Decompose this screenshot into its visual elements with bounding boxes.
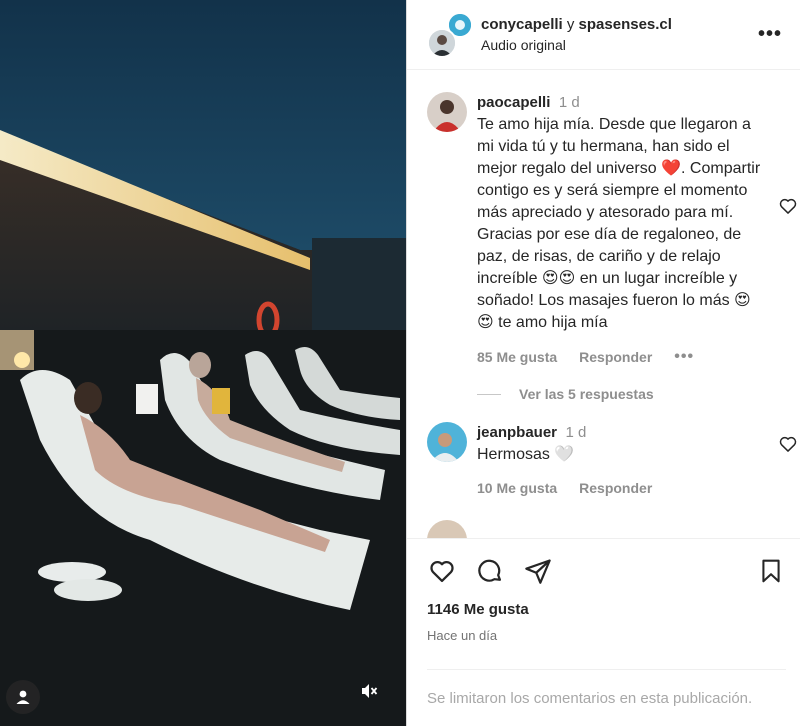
comment-body: jeanpbauer 1 d Hermosas 🤍 10 Me gusta Re… [477, 422, 786, 496]
save-button[interactable] [756, 556, 786, 586]
comment-text: Te amo hija mía. Desde que llegaron a mi… [477, 116, 761, 331]
view-replies-label: Ver las 5 respuestas [519, 386, 654, 402]
profile-photo-icon [429, 29, 455, 56]
share-button[interactable] [523, 556, 553, 586]
comments-limited-notice: Se limitaron los comentarios en esta pub… [427, 669, 786, 707]
speaker-muted-icon [362, 684, 378, 698]
comments-list[interactable]: paocapelli 1 d Te amo hija mía. Desde qu… [407, 70, 800, 538]
like-comment-heart-icon[interactable] [778, 196, 798, 216]
comment-meta: 85 Me gusta Responder ••• [477, 348, 764, 366]
heart-icon [430, 561, 454, 583]
paper-plane-icon [525, 559, 551, 584]
post-authors: conycapelli y spasenses.cl [481, 16, 754, 33]
comment-time[interactable]: 1 d [565, 424, 586, 441]
profile-photo-icon [427, 92, 467, 132]
spa-photo [0, 0, 406, 726]
bookmark-icon [762, 559, 780, 583]
post-date[interactable]: Hace un día [427, 628, 786, 643]
profile-photo-icon [427, 422, 467, 462]
mute-button[interactable] [352, 674, 386, 708]
action-icons [427, 551, 786, 591]
comment-text: Hermosas 🤍 [477, 446, 575, 463]
commenter-avatar[interactable] [427, 422, 467, 462]
comment-options-button[interactable]: ••• [674, 348, 694, 366]
collab-avatars[interactable] [427, 11, 473, 58]
author-connector: y [566, 16, 575, 33]
comment-likes[interactable]: 85 Me gusta [477, 349, 557, 365]
comment-time[interactable]: 1 d [559, 94, 580, 111]
comment-meta: 10 Me gusta Responder [477, 480, 764, 496]
view-replies-button[interactable]: Ver las 5 respuestas [477, 386, 800, 402]
next-comment-avatar[interactable] [427, 520, 467, 538]
author-link-primary[interactable]: conycapelli [481, 16, 563, 33]
avatar-conycapelli[interactable] [427, 27, 457, 58]
header-text: conycapelli y spasenses.cl Audio origina… [481, 16, 754, 53]
comment-item: paocapelli 1 d Te amo hija mía. Desde qu… [407, 70, 800, 366]
comment-item: jeanpbauer 1 d Hermosas 🤍 10 Me gusta Re… [407, 402, 800, 496]
comment-username[interactable]: paocapelli [477, 94, 550, 111]
comment-bubble-icon [478, 559, 502, 582]
reply-button[interactable]: Responder [579, 480, 652, 496]
comment-likes[interactable]: 10 Me gusta [477, 480, 557, 496]
post-panel: conycapelli y spasenses.cl Audio origina… [406, 0, 800, 726]
tagged-users-button[interactable] [6, 680, 40, 714]
more-options-button[interactable]: ••• [754, 23, 786, 46]
user-icon [16, 690, 30, 704]
like-comment-heart-icon[interactable] [778, 434, 798, 454]
like-button[interactable] [427, 556, 457, 586]
post-actions: 1146 Me gusta Hace un día Se limitaron l… [407, 538, 800, 726]
post-likes[interactable]: 1146 Me gusta [427, 601, 786, 618]
author-link-secondary[interactable]: spasenses.cl [579, 16, 672, 33]
commenter-avatar[interactable] [427, 92, 467, 132]
comment-button[interactable] [475, 556, 505, 586]
post-media[interactable] [0, 0, 406, 726]
reply-button[interactable]: Responder [579, 349, 652, 365]
post-header: conycapelli y spasenses.cl Audio origina… [407, 0, 800, 70]
replies-divider [477, 393, 501, 395]
comment-username[interactable]: jeanpbauer [477, 424, 557, 441]
comment-body: paocapelli 1 d Te amo hija mía. Desde qu… [477, 92, 786, 366]
audio-link[interactable]: Audio original [481, 37, 754, 53]
